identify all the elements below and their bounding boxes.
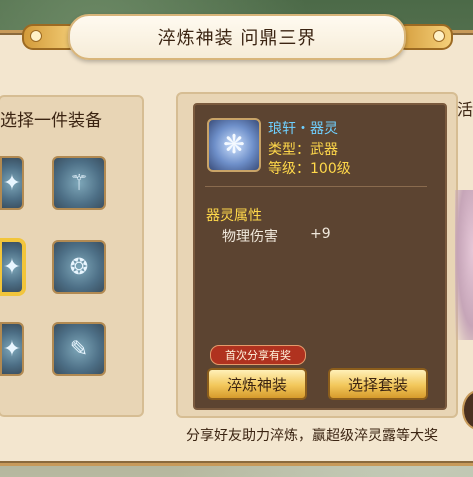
equipment-list-heading: 选择一件装备 bbox=[0, 111, 102, 131]
side-label: 活 bbox=[457, 100, 473, 119]
equipment-slot[interactable]: ❂ bbox=[52, 240, 106, 294]
share-reward-badge: 首次分享有奖 bbox=[210, 345, 306, 365]
select-set-button[interactable]: 选择套装 bbox=[328, 368, 428, 400]
page-title: 淬炼神装 问鼎三界 bbox=[68, 14, 406, 60]
gem-icon: ✦ bbox=[2, 170, 22, 196]
equipment-slot-selected[interactable]: ✦ bbox=[0, 240, 24, 294]
refine-button[interactable]: 淬炼神装 bbox=[207, 368, 307, 400]
ring-icon: ❂ bbox=[69, 254, 89, 280]
scroll-icon: ✎ bbox=[69, 336, 89, 362]
equipment-name: 琅轩・器灵 bbox=[268, 121, 338, 137]
spirit-icon: ❋ bbox=[223, 130, 245, 160]
equipment-level: 等级：100级 bbox=[268, 161, 351, 177]
swirl-icon bbox=[433, 30, 445, 42]
attribute-value: +9 bbox=[310, 226, 331, 242]
attribute-heading: 器灵属性 bbox=[206, 208, 262, 224]
swirl-icon bbox=[30, 30, 42, 42]
gem-icon: ✦ bbox=[2, 254, 22, 280]
gem-icon: ✦ bbox=[2, 336, 22, 362]
attribute-name: 物理伤害 bbox=[222, 229, 278, 245]
equipment-icon: ❋ bbox=[207, 118, 261, 172]
share-hint: 分享好友助力淬炼，赢超级淬灵露等大奖 bbox=[186, 428, 438, 444]
equipment-slot[interactable]: ✦ bbox=[0, 156, 24, 210]
equipment-slot[interactable]: ⚚ bbox=[52, 156, 106, 210]
equipment-type: 类型：武器 bbox=[268, 142, 338, 158]
equipment-slot[interactable]: ✎ bbox=[52, 322, 106, 376]
divider bbox=[205, 186, 427, 187]
character-art bbox=[455, 190, 473, 340]
equipment-slot[interactable]: ✦ bbox=[0, 322, 24, 376]
staff-icon: ⚚ bbox=[69, 170, 89, 196]
